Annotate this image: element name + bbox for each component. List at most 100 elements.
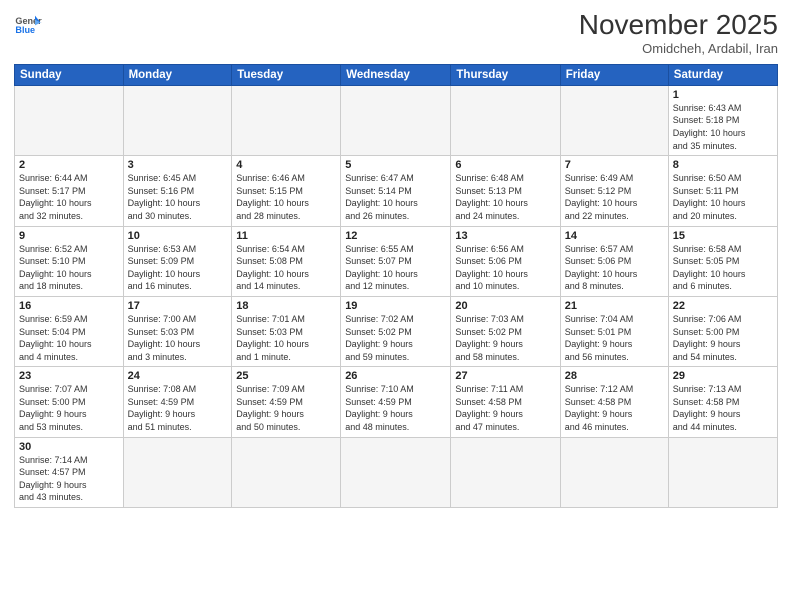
weekday-header: Wednesday (341, 64, 451, 85)
month-year-title: November 2025 (579, 10, 778, 41)
day-info: Sunrise: 7:14 AM Sunset: 4:57 PM Dayligh… (19, 454, 119, 504)
day-number: 7 (565, 159, 664, 171)
day-number: 6 (455, 159, 555, 171)
day-info: Sunrise: 6:57 AM Sunset: 5:06 PM Dayligh… (565, 243, 664, 293)
day-number: 2 (19, 159, 119, 171)
calendar-cell (232, 437, 341, 507)
calendar-cell (232, 85, 341, 155)
day-number: 4 (236, 159, 336, 171)
calendar-cell: 16Sunrise: 6:59 AM Sunset: 5:04 PM Dayli… (15, 296, 124, 366)
day-info: Sunrise: 7:06 AM Sunset: 5:00 PM Dayligh… (673, 313, 773, 363)
weekday-header: Friday (560, 64, 668, 85)
day-info: Sunrise: 6:54 AM Sunset: 5:08 PM Dayligh… (236, 243, 336, 293)
calendar-cell: 28Sunrise: 7:12 AM Sunset: 4:58 PM Dayli… (560, 367, 668, 437)
calendar-cell: 17Sunrise: 7:00 AM Sunset: 5:03 PM Dayli… (123, 296, 232, 366)
calendar-week-row: 30Sunrise: 7:14 AM Sunset: 4:57 PM Dayli… (15, 437, 778, 507)
day-number: 17 (128, 300, 228, 312)
calendar-cell: 5Sunrise: 6:47 AM Sunset: 5:14 PM Daylig… (341, 156, 451, 226)
day-info: Sunrise: 7:10 AM Sunset: 4:59 PM Dayligh… (345, 383, 446, 433)
calendar-cell: 2Sunrise: 6:44 AM Sunset: 5:17 PM Daylig… (15, 156, 124, 226)
calendar-week-row: 16Sunrise: 6:59 AM Sunset: 5:04 PM Dayli… (15, 296, 778, 366)
day-info: Sunrise: 7:01 AM Sunset: 5:03 PM Dayligh… (236, 313, 336, 363)
calendar-cell: 26Sunrise: 7:10 AM Sunset: 4:59 PM Dayli… (341, 367, 451, 437)
day-number: 25 (236, 370, 336, 382)
calendar-week-row: 2Sunrise: 6:44 AM Sunset: 5:17 PM Daylig… (15, 156, 778, 226)
page: General Blue November 2025 Omidcheh, Ard… (0, 0, 792, 612)
day-info: Sunrise: 7:03 AM Sunset: 5:02 PM Dayligh… (455, 313, 555, 363)
day-number: 19 (345, 300, 446, 312)
day-number: 18 (236, 300, 336, 312)
day-number: 27 (455, 370, 555, 382)
day-number: 10 (128, 230, 228, 242)
calendar-week-row: 23Sunrise: 7:07 AM Sunset: 5:00 PM Dayli… (15, 367, 778, 437)
calendar-week-row: 9Sunrise: 6:52 AM Sunset: 5:10 PM Daylig… (15, 226, 778, 296)
calendar-cell (560, 85, 668, 155)
day-info: Sunrise: 6:56 AM Sunset: 5:06 PM Dayligh… (455, 243, 555, 293)
day-info: Sunrise: 6:46 AM Sunset: 5:15 PM Dayligh… (236, 172, 336, 222)
weekday-header: Saturday (668, 64, 777, 85)
day-number: 11 (236, 230, 336, 242)
calendar-cell (668, 437, 777, 507)
calendar-cell: 3Sunrise: 6:45 AM Sunset: 5:16 PM Daylig… (123, 156, 232, 226)
weekday-header: Monday (123, 64, 232, 85)
day-number: 16 (19, 300, 119, 312)
day-info: Sunrise: 7:00 AM Sunset: 5:03 PM Dayligh… (128, 313, 228, 363)
day-info: Sunrise: 7:13 AM Sunset: 4:58 PM Dayligh… (673, 383, 773, 433)
calendar-cell (451, 85, 560, 155)
day-number: 14 (565, 230, 664, 242)
calendar-cell (341, 437, 451, 507)
calendar-cell (341, 85, 451, 155)
day-info: Sunrise: 6:44 AM Sunset: 5:17 PM Dayligh… (19, 172, 119, 222)
day-info: Sunrise: 7:12 AM Sunset: 4:58 PM Dayligh… (565, 383, 664, 433)
day-info: Sunrise: 6:49 AM Sunset: 5:12 PM Dayligh… (565, 172, 664, 222)
calendar-cell: 11Sunrise: 6:54 AM Sunset: 5:08 PM Dayli… (232, 226, 341, 296)
day-info: Sunrise: 6:43 AM Sunset: 5:18 PM Dayligh… (673, 102, 773, 152)
weekday-header: Tuesday (232, 64, 341, 85)
location-label: Omidcheh, Ardabil, Iran (579, 41, 778, 56)
calendar-table: SundayMondayTuesdayWednesdayThursdayFrid… (14, 64, 778, 508)
day-info: Sunrise: 6:53 AM Sunset: 5:09 PM Dayligh… (128, 243, 228, 293)
weekday-header: Thursday (451, 64, 560, 85)
day-info: Sunrise: 7:11 AM Sunset: 4:58 PM Dayligh… (455, 383, 555, 433)
calendar-cell: 27Sunrise: 7:11 AM Sunset: 4:58 PM Dayli… (451, 367, 560, 437)
calendar-cell (560, 437, 668, 507)
calendar-cell (123, 85, 232, 155)
calendar-cell: 18Sunrise: 7:01 AM Sunset: 5:03 PM Dayli… (232, 296, 341, 366)
day-number: 30 (19, 441, 119, 453)
calendar-cell: 10Sunrise: 6:53 AM Sunset: 5:09 PM Dayli… (123, 226, 232, 296)
day-number: 26 (345, 370, 446, 382)
day-number: 13 (455, 230, 555, 242)
day-number: 8 (673, 159, 773, 171)
logo-icon: General Blue (14, 10, 42, 38)
day-info: Sunrise: 7:09 AM Sunset: 4:59 PM Dayligh… (236, 383, 336, 433)
day-info: Sunrise: 7:07 AM Sunset: 5:00 PM Dayligh… (19, 383, 119, 433)
calendar-cell: 25Sunrise: 7:09 AM Sunset: 4:59 PM Dayli… (232, 367, 341, 437)
calendar-cell: 23Sunrise: 7:07 AM Sunset: 5:00 PM Dayli… (15, 367, 124, 437)
calendar-cell: 21Sunrise: 7:04 AM Sunset: 5:01 PM Dayli… (560, 296, 668, 366)
day-info: Sunrise: 6:59 AM Sunset: 5:04 PM Dayligh… (19, 313, 119, 363)
day-number: 23 (19, 370, 119, 382)
calendar-cell: 6Sunrise: 6:48 AM Sunset: 5:13 PM Daylig… (451, 156, 560, 226)
day-info: Sunrise: 6:45 AM Sunset: 5:16 PM Dayligh… (128, 172, 228, 222)
calendar-cell: 20Sunrise: 7:03 AM Sunset: 5:02 PM Dayli… (451, 296, 560, 366)
day-number: 12 (345, 230, 446, 242)
calendar-week-row: 1Sunrise: 6:43 AM Sunset: 5:18 PM Daylig… (15, 85, 778, 155)
day-number: 28 (565, 370, 664, 382)
calendar-cell: 30Sunrise: 7:14 AM Sunset: 4:57 PM Dayli… (15, 437, 124, 507)
day-info: Sunrise: 6:52 AM Sunset: 5:10 PM Dayligh… (19, 243, 119, 293)
logo: General Blue (14, 10, 42, 38)
day-number: 22 (673, 300, 773, 312)
calendar-cell: 1Sunrise: 6:43 AM Sunset: 5:18 PM Daylig… (668, 85, 777, 155)
calendar-cell (15, 85, 124, 155)
calendar-cell: 19Sunrise: 7:02 AM Sunset: 5:02 PM Dayli… (341, 296, 451, 366)
day-info: Sunrise: 6:55 AM Sunset: 5:07 PM Dayligh… (345, 243, 446, 293)
calendar-cell: 24Sunrise: 7:08 AM Sunset: 4:59 PM Dayli… (123, 367, 232, 437)
calendar-header-row: SundayMondayTuesdayWednesdayThursdayFrid… (15, 64, 778, 85)
title-block: November 2025 Omidcheh, Ardabil, Iran (579, 10, 778, 56)
day-number: 5 (345, 159, 446, 171)
calendar-cell: 9Sunrise: 6:52 AM Sunset: 5:10 PM Daylig… (15, 226, 124, 296)
calendar-cell: 14Sunrise: 6:57 AM Sunset: 5:06 PM Dayli… (560, 226, 668, 296)
day-number: 9 (19, 230, 119, 242)
calendar-cell: 12Sunrise: 6:55 AM Sunset: 5:07 PM Dayli… (341, 226, 451, 296)
calendar-cell: 13Sunrise: 6:56 AM Sunset: 5:06 PM Dayli… (451, 226, 560, 296)
